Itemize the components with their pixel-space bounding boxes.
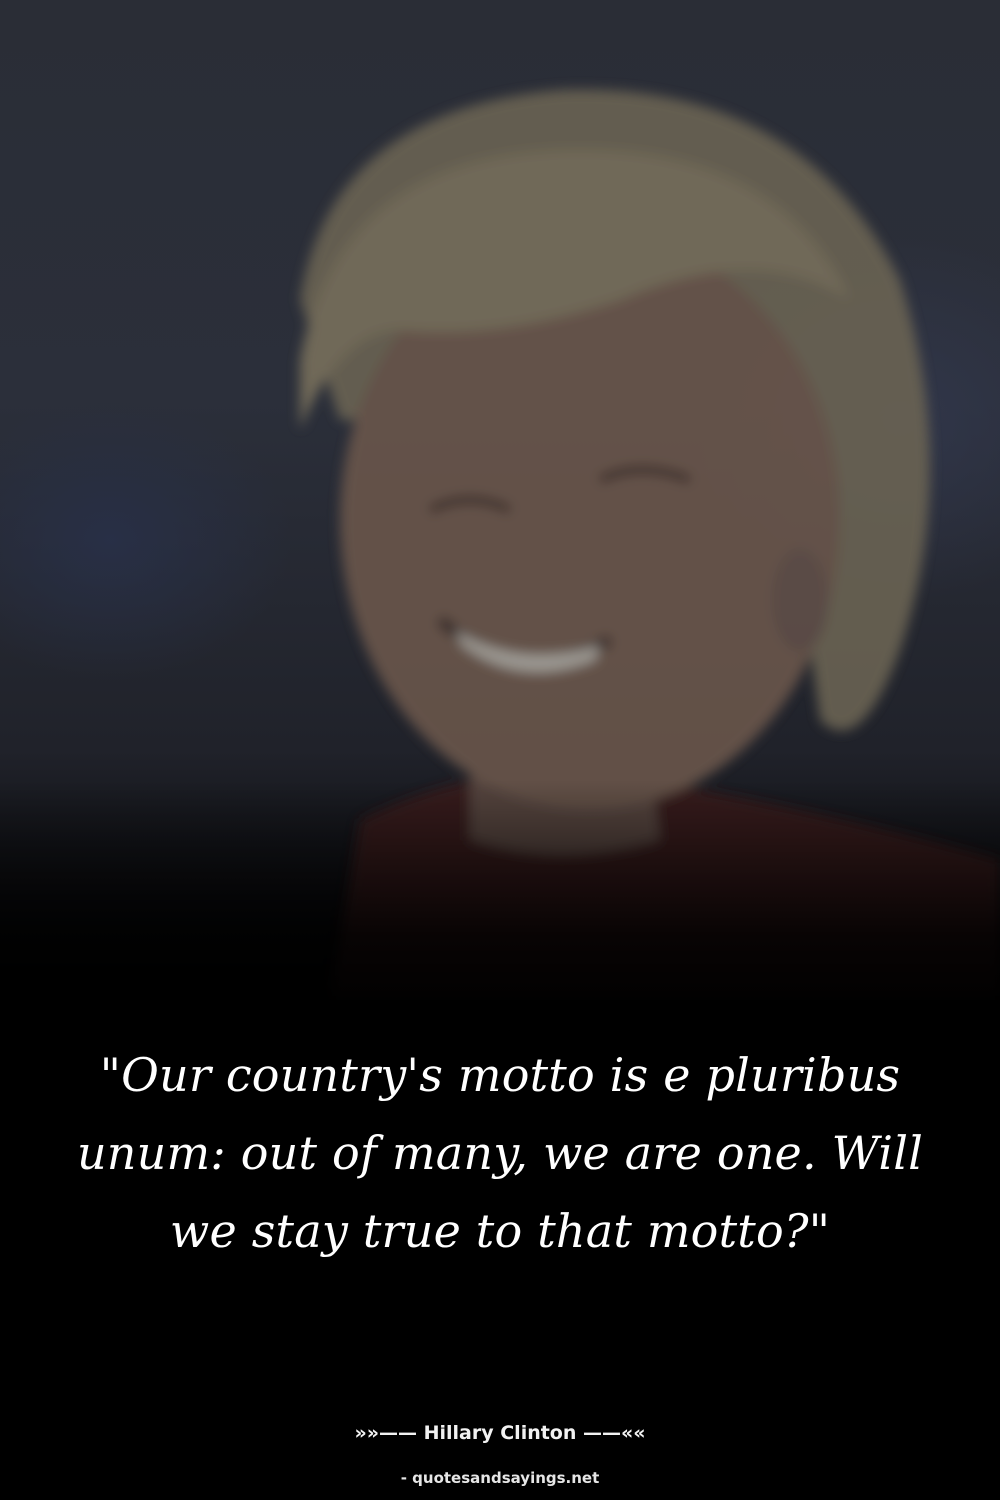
watermark-text: - quotesandsayings.net [400, 1469, 600, 1487]
background-fade [0, 780, 1000, 1020]
quote-poster: "Our country's motto is e pluribus unum:… [0, 0, 1000, 1500]
author-line: »»—— Hillary Clinton ——«« [354, 1422, 646, 1444]
quote-text: "Our country's motto is e pluribus unum:… [76, 1048, 924, 1258]
